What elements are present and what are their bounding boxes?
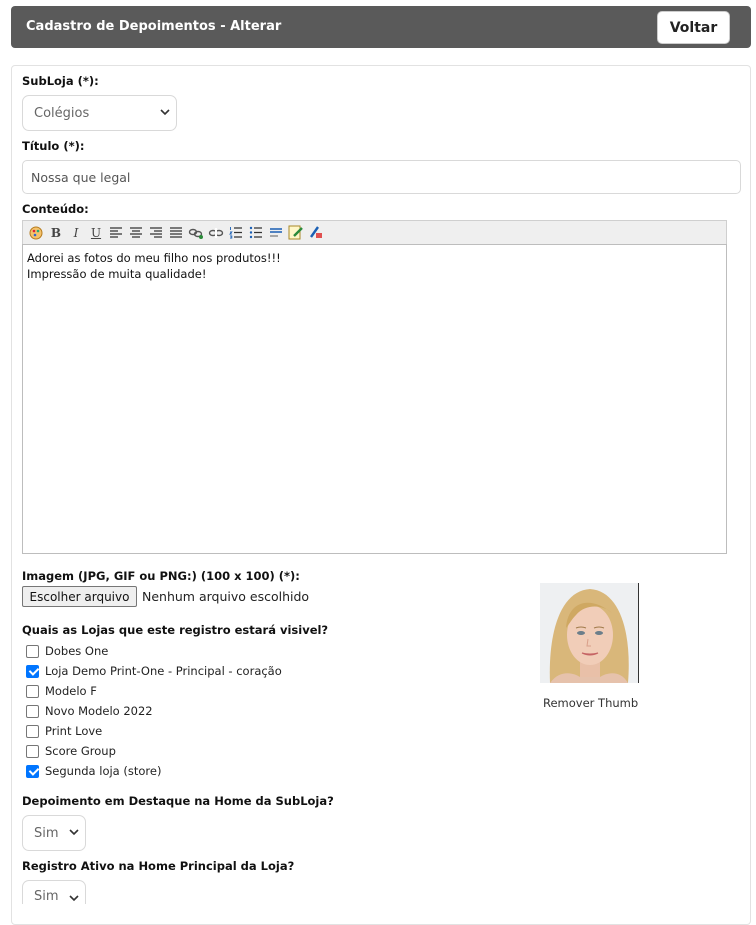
checkbox[interactable] [26, 724, 39, 738]
editor-toolbar: B I U [22, 220, 727, 244]
checkbox[interactable] [26, 644, 39, 658]
loja-option-label: Dobes One [45, 644, 109, 658]
chevron-down-icon [160, 109, 170, 116]
checkbox[interactable] [26, 744, 39, 758]
loja-option[interactable]: Print Love [26, 723, 102, 739]
bold-icon[interactable]: B [46, 223, 66, 243]
spellcheck-icon[interactable] [26, 223, 46, 243]
checkbox[interactable] [26, 704, 39, 718]
loja-option-label: Loja Demo Print-One - Principal - coraçã… [45, 664, 282, 678]
edit-html-icon[interactable] [286, 223, 306, 243]
ativo-label: Registro Ativo na Home Principal da Loja… [22, 859, 295, 873]
content-editor[interactable]: Adorei as fotos do meu filho nos produto… [22, 244, 727, 554]
choose-file-button[interactable]: Escolher arquivo [22, 586, 137, 607]
loja-option[interactable]: Modelo F [26, 683, 97, 699]
loja-option[interactable]: Segunda loja (store) [26, 763, 161, 779]
loja-option[interactable]: Loja Demo Print-One - Principal - coraçã… [26, 663, 282, 679]
horizontal-rule-icon[interactable] [266, 223, 286, 243]
remove-thumb-link[interactable]: Remover Thumb [543, 696, 638, 710]
ativo-select[interactable]: Sim [22, 880, 86, 904]
ordered-list-icon[interactable] [226, 223, 246, 243]
underline-icon[interactable]: U [86, 223, 106, 243]
subloja-selected-value: Colégios [34, 105, 90, 121]
loja-option-label: Score Group [45, 744, 116, 758]
align-left-icon[interactable] [106, 223, 126, 243]
content-line-1: Adorei as fotos do meu filho nos produto… [27, 251, 281, 265]
loja-option-label: Segunda loja (store) [45, 764, 162, 778]
loja-option[interactable]: Score Group [26, 743, 116, 759]
page-header: Cadastro de Depoimentos - Alterar Voltar [11, 6, 751, 48]
justify-icon[interactable] [166, 223, 186, 243]
loja-option-label: Novo Modelo 2022 [45, 704, 153, 718]
loja-option-label: Modelo F [45, 684, 97, 698]
align-center-icon[interactable] [126, 223, 146, 243]
thumbnail-image [540, 583, 639, 683]
checkbox[interactable] [26, 664, 39, 678]
destaque-label: Depoimento em Destaque na Home da SubLoj… [22, 794, 334, 808]
back-button[interactable]: Voltar [657, 11, 730, 44]
checkbox[interactable] [26, 684, 39, 698]
unlink-icon[interactable] [206, 223, 226, 243]
page-title: Cadastro de Depoimentos - Alterar [26, 19, 282, 34]
chevron-down-icon [69, 829, 79, 836]
remove-format-icon[interactable] [306, 223, 326, 243]
loja-option-label: Print Love [45, 724, 103, 738]
titulo-label: Título (*): [22, 139, 85, 153]
content-line-2: Impressão de muita qualidade! [27, 267, 207, 281]
link-icon[interactable] [186, 223, 206, 243]
file-status: Nenhum arquivo escolhido [142, 589, 310, 604]
unordered-list-icon[interactable] [246, 223, 266, 243]
ativo-selected-value: Sim [34, 889, 59, 904]
loja-option[interactable]: Novo Modelo 2022 [26, 703, 153, 719]
chevron-down-icon [69, 895, 79, 902]
loja-option[interactable]: Dobes One [26, 643, 108, 659]
lojas-label: Quais as Lojas que este registro estará … [22, 623, 329, 637]
subloja-select[interactable]: Colégios [22, 95, 177, 131]
align-right-icon[interactable] [146, 223, 166, 243]
titulo-input[interactable] [22, 160, 741, 194]
destaque-selected-value: Sim [34, 825, 59, 841]
italic-icon[interactable]: I [66, 223, 86, 243]
imagem-label: Imagem (JPG, GIF ou PNG:) (100 x 100) (*… [22, 569, 300, 583]
checkbox[interactable] [26, 764, 39, 778]
conteudo-label: Conteúdo: [22, 202, 89, 216]
destaque-select[interactable]: Sim [22, 815, 86, 851]
subloja-label: SubLoja (*): [22, 74, 99, 88]
